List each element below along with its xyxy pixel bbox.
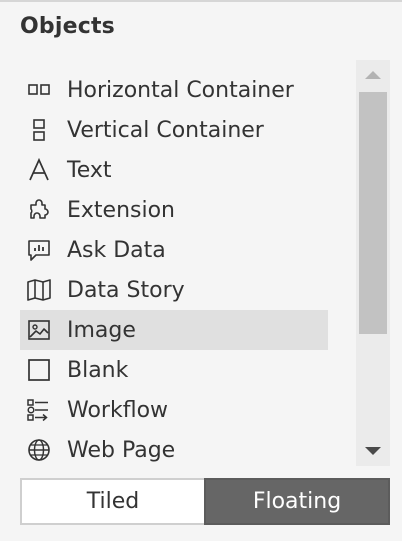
object-item-ask-data[interactable]: Ask Data xyxy=(20,230,328,270)
object-item-label: Extension xyxy=(67,197,176,223)
object-item-label: Data Story xyxy=(67,277,185,303)
scroll-up-button[interactable] xyxy=(356,60,390,90)
triangle-up-icon xyxy=(365,71,381,79)
object-item-label: Web Page xyxy=(67,437,176,463)
object-item-horizontal-container[interactable]: Horizontal Container xyxy=(20,70,328,110)
object-item-label: Ask Data xyxy=(67,237,166,263)
object-item-label: Workflow xyxy=(67,397,169,423)
triangle-down-icon xyxy=(365,447,381,455)
object-item-label: Image xyxy=(67,317,136,343)
blank-icon xyxy=(26,357,52,383)
object-item-label: Blank xyxy=(67,357,129,383)
object-item-workflow[interactable]: Workflow xyxy=(20,390,328,430)
text-icon xyxy=(26,157,52,183)
objects-scrollbar[interactable] xyxy=(356,60,390,466)
image-icon xyxy=(26,317,52,343)
objects-panel: Objects Horizontal Container Vertical Co… xyxy=(0,0,402,541)
scroll-down-button[interactable] xyxy=(356,436,390,466)
object-item-data-story[interactable]: Data Story xyxy=(20,270,328,310)
data-story-book-icon xyxy=(26,277,52,303)
layout-mode-toggle: Tiled Floating xyxy=(20,478,390,525)
extension-puzzle-icon xyxy=(26,197,52,223)
ask-data-icon xyxy=(26,237,52,263)
object-item-vertical-container[interactable]: Vertical Container xyxy=(20,110,328,150)
objects-list: Horizontal Container Vertical Container … xyxy=(20,70,328,470)
vertical-container-icon xyxy=(26,117,52,143)
workflow-icon xyxy=(26,397,52,423)
object-item-label: Horizontal Container xyxy=(67,77,294,103)
object-item-label: Vertical Container xyxy=(67,117,264,143)
scrollbar-thumb[interactable] xyxy=(359,92,387,334)
object-item-blank[interactable]: Blank xyxy=(20,350,328,390)
horizontal-container-icon xyxy=(26,77,52,103)
object-item-web-page[interactable]: Web Page xyxy=(20,430,328,470)
object-item-label: Text xyxy=(67,157,112,183)
object-item-text[interactable]: Text xyxy=(20,150,328,190)
object-item-image[interactable]: Image xyxy=(20,310,328,350)
tiled-button[interactable]: Tiled xyxy=(20,478,204,525)
panel-title: Objects xyxy=(20,14,115,39)
globe-icon xyxy=(26,437,52,463)
object-item-extension[interactable]: Extension xyxy=(20,190,328,230)
floating-button[interactable]: Floating xyxy=(204,478,390,525)
